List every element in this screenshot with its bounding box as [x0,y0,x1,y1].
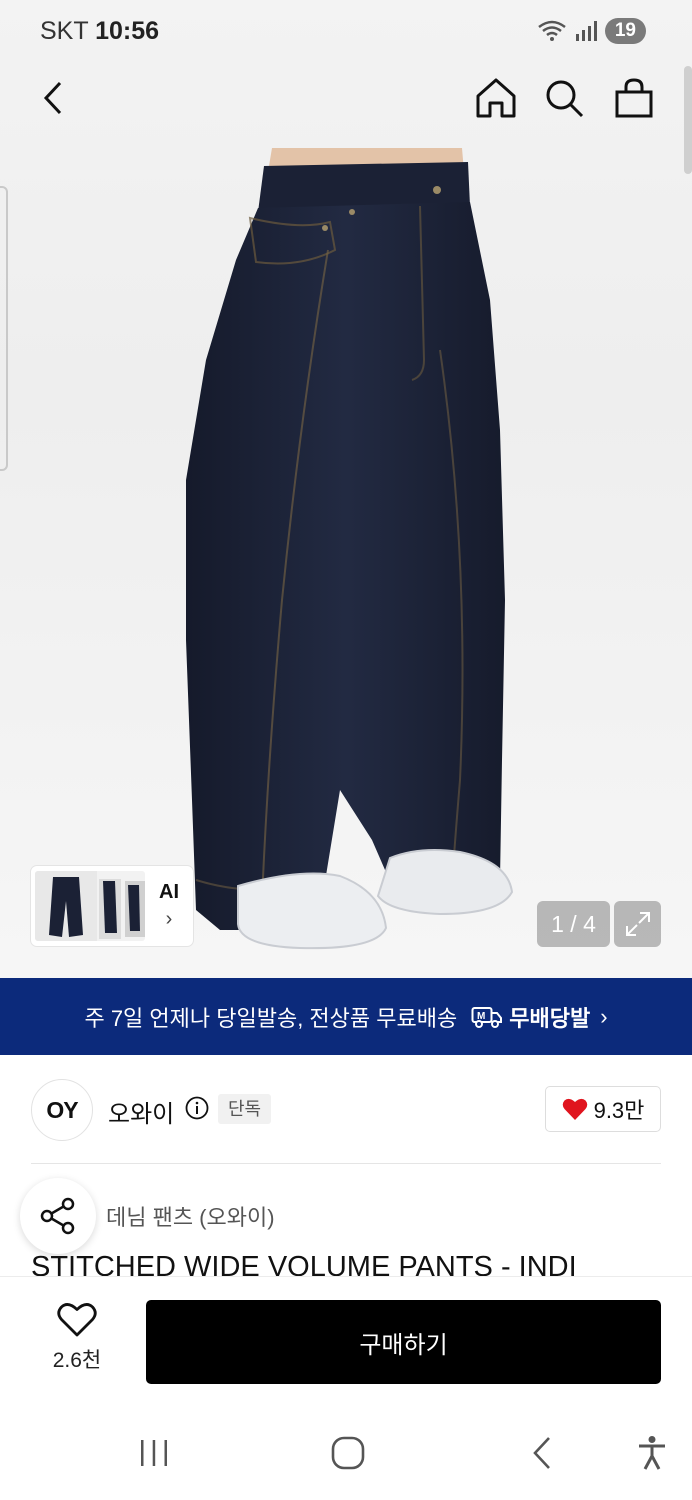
brand-logo[interactable]: OY [31,1079,93,1141]
product-image [186,148,514,950]
info-icon[interactable] [185,1096,209,1120]
shipping-banner[interactable]: 주 7일 언제나 당일발송, 전상품 무료배송 M 무배당발 › [0,978,692,1055]
banner-chevron-icon: › [600,1003,608,1029]
accessibility-icon [639,1436,665,1470]
back-nav-button[interactable] [512,1430,572,1476]
home-icon [476,78,516,118]
page-scrollbar[interactable] [684,66,692,174]
exclusive-badge: 단독 [218,1094,272,1124]
truck-icon: M [471,1006,503,1028]
heart-outline-icon [57,1303,97,1337]
expand-image-button[interactable] [614,901,661,947]
product-image-gallery[interactable] [0,0,692,978]
wifi-icon [538,20,566,41]
wishlist-button[interactable]: 2.6천 [38,1302,116,1382]
product-title: STITCHED WIDE VOLUME PANTS - INDI [31,1251,577,1276]
shopping-bag-icon [615,78,653,118]
shipping-tag-label: 무배당발 [509,1005,591,1031]
search-button[interactable] [538,72,590,124]
brand-like-count: 9.3만 [593,1098,645,1123]
back-nav-icon [533,1437,550,1469]
heart-icon [562,1098,587,1120]
recent-apps-button[interactable] [124,1430,184,1476]
cart-button[interactable] [608,72,660,124]
home-button[interactable] [470,72,522,124]
brand-name[interactable]: 오와이 [108,1094,174,1129]
shipping-banner-text: 주 7일 언제나 당일발송, 전상품 무료배송 [84,1005,458,1031]
ai-label: AI [159,881,179,903]
svg-text:M: M [477,1011,485,1022]
home-nav-icon [331,1436,365,1470]
shipping-tag: M 무배당발 [471,1001,590,1033]
buy-button[interactable]: 구매하기 [146,1300,661,1384]
ai-link[interactable]: AI › [159,881,179,931]
accessibility-button[interactable] [622,1430,682,1476]
status-icons: 19 [537,17,646,45]
back-arrow-icon [43,81,62,115]
thumbnail-images [35,871,145,941]
expand-icon [625,912,650,936]
status-time: SKT 10:56 [40,17,160,45]
wishlist-count: 2.6천 [52,1349,102,1372]
share-button[interactable] [20,1178,96,1254]
image-counter: 1 / 4 [537,901,610,947]
brand-like-button[interactable]: 9.3만 [545,1086,661,1132]
edge-panel-handle[interactable] [0,186,8,471]
home-nav-button[interactable] [318,1430,378,1476]
battery-indicator: 19 [604,18,646,44]
ai-thumbnail-card[interactable]: AI › [31,866,193,946]
section-divider [31,1163,661,1164]
signal-icon [575,21,597,41]
product-category[interactable]: 데님 팬츠 (오와이) [106,1200,275,1232]
brand-logo-text: OY [46,1096,78,1123]
ai-arrow-icon: › [165,908,173,930]
search-icon [546,80,584,118]
share-icon [40,1197,75,1235]
recent-apps-icon [141,1440,167,1466]
back-button[interactable] [28,72,80,124]
status-bar: SKT 10:56 19 [0,0,692,62]
